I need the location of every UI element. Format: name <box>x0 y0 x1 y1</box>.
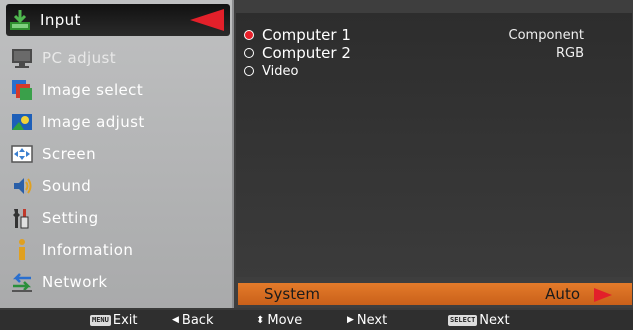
image-adjust-icon <box>10 110 34 134</box>
information-icon <box>10 238 34 262</box>
help-exit: MENU Exit <box>90 313 137 328</box>
menu-item-label: Input <box>40 11 81 29</box>
menu-item-information[interactable]: Information <box>8 234 230 266</box>
help-back-label: Back <box>181 312 214 328</box>
input-icon <box>8 8 32 32</box>
menu-item-label: Image adjust <box>42 113 145 131</box>
screen-icon <box>10 142 34 166</box>
menu-item-label: Screen <box>42 145 96 163</box>
next-arrow-icon <box>594 287 612 306</box>
menu-item-screen[interactable]: Screen <box>8 138 230 170</box>
menu-key-icon: MENU <box>90 314 111 326</box>
menu-item-image-select[interactable]: Image select <box>8 74 230 106</box>
radio-icon <box>244 48 254 58</box>
menu-item-input[interactable]: Input <box>6 4 230 36</box>
option-value: Component <box>508 27 584 43</box>
select-key-icon: SELECT <box>448 314 478 326</box>
menu-item-label: PC adjust <box>42 49 116 67</box>
input-options-panel: Computer 1 Component Computer 2 RGB Vide… <box>236 13 632 277</box>
menu-item-sound[interactable]: Sound <box>8 170 230 202</box>
input-submenu: Computer 1 Component Computer 2 RGB Vide… <box>234 0 633 308</box>
option-name: Computer 1 <box>262 26 351 44</box>
menu-item-pc-adjust[interactable]: PC adjust <box>8 42 230 74</box>
help-move-label: Move <box>267 312 303 328</box>
main-menu: Input PC adjust Image select Image adjus… <box>0 0 234 308</box>
option-video[interactable]: Video <box>244 62 624 80</box>
system-setting[interactable]: System Auto <box>238 283 632 305</box>
option-computer-1[interactable]: Computer 1 Component <box>244 26 624 44</box>
radio-selected-icon <box>244 30 254 40</box>
option-name: Computer 2 <box>262 44 351 62</box>
help-exit-label: Exit <box>112 312 138 328</box>
up-down-arrow-icon: ⬍ <box>256 314 265 326</box>
menu-item-image-adjust[interactable]: Image adjust <box>8 106 230 138</box>
option-computer-2[interactable]: Computer 2 RGB <box>244 44 624 62</box>
menu-item-label: Setting <box>42 209 99 227</box>
help-next-label: Next <box>356 312 388 328</box>
sound-icon <box>10 174 34 198</box>
option-name: Video <box>262 63 299 79</box>
menu-item-label: Information <box>42 241 134 259</box>
menu-item-label: Network <box>42 273 108 291</box>
system-value: Auto <box>545 285 580 303</box>
pc-adjust-icon <box>10 46 34 70</box>
help-move: ⬍ Move <box>256 313 302 328</box>
network-icon <box>10 270 34 294</box>
menu-item-network[interactable]: Network <box>8 266 230 298</box>
help-bar: MENU Exit ◀ Back ⬍ Move ▶ Next SELECT Ne… <box>0 310 633 330</box>
system-label: System <box>264 285 320 303</box>
selection-arrow-icon <box>190 9 224 35</box>
left-arrow-icon: ◀ <box>172 315 179 325</box>
help-select: SELECT Next <box>448 313 510 328</box>
menu-item-label: Image select <box>42 81 144 99</box>
right-arrow-icon: ▶ <box>347 315 354 325</box>
setting-icon <box>10 206 34 230</box>
projector-osd: Input PC adjust Image select Image adjus… <box>0 0 633 330</box>
help-next: ▶ Next <box>347 313 387 328</box>
radio-icon <box>244 66 254 76</box>
help-select-label: Next <box>479 312 510 328</box>
menu-item-label: Sound <box>42 177 92 195</box>
menu-item-setting[interactable]: Setting <box>8 202 230 234</box>
option-value: RGB <box>555 45 584 61</box>
image-select-icon <box>10 78 34 102</box>
help-back: ◀ Back <box>172 313 213 328</box>
